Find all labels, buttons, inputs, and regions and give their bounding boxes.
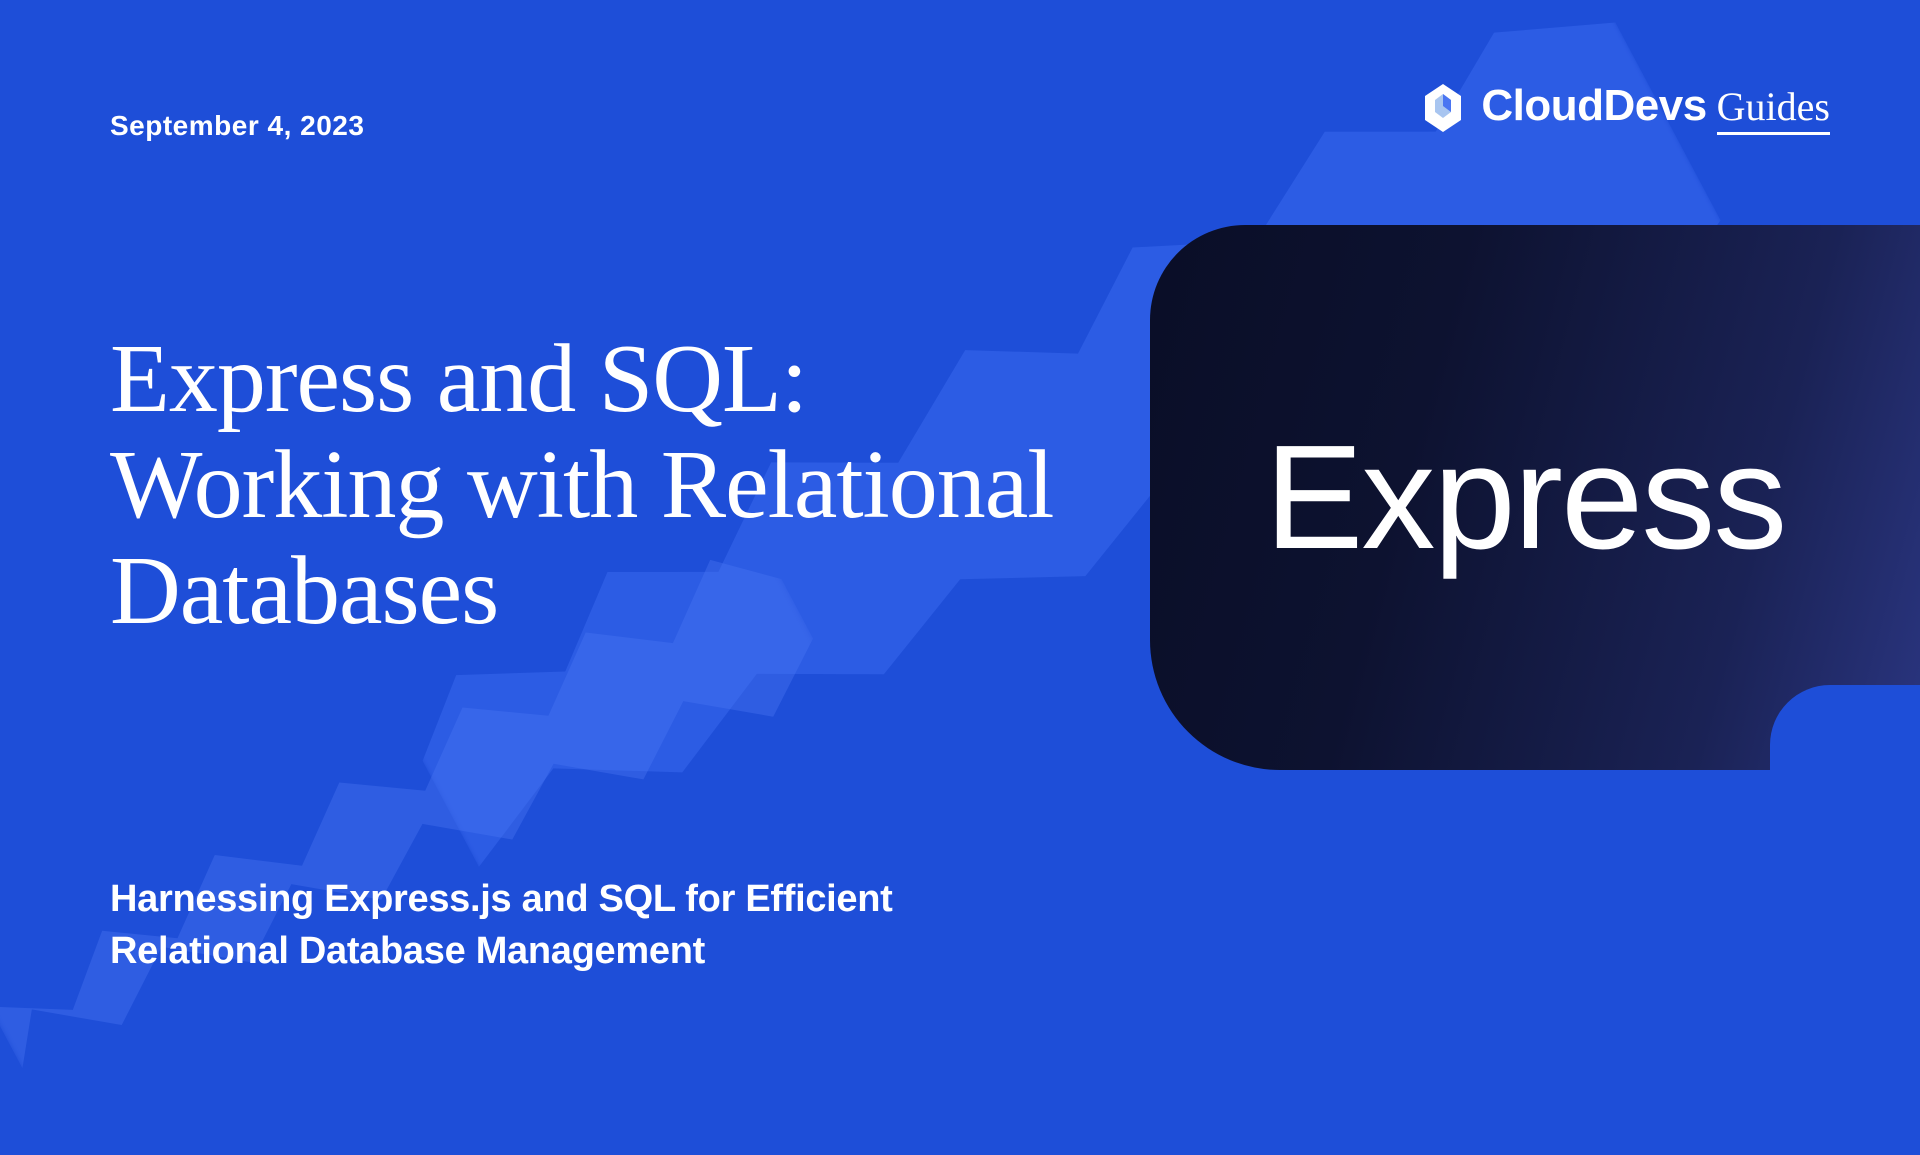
main-content: September 4, 2023 CloudDevs Guides Expre… — [0, 0, 1920, 1080]
logo-section-name: Guides — [1717, 83, 1830, 135]
clouddevs-icon — [1415, 80, 1471, 136]
page-subtitle: Harnessing Express.js and SQL for Effici… — [110, 874, 990, 977]
brand-logo: CloudDevs Guides — [1415, 80, 1830, 136]
logo-brand-name: CloudDevs — [1481, 81, 1706, 131]
logo-text-group: CloudDevs Guides — [1481, 81, 1830, 135]
page-title: Express and SQL: Working with Relational… — [110, 327, 1100, 644]
